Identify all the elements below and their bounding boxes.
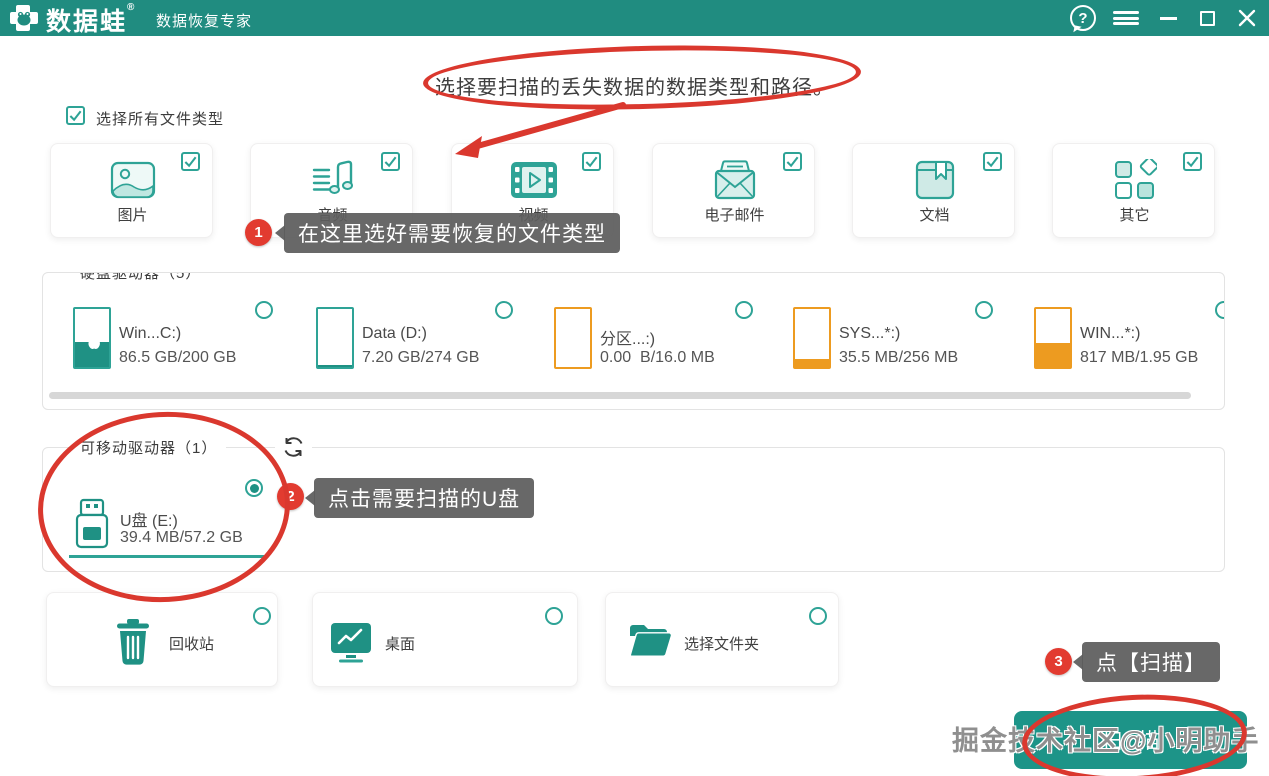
select-all-label: 选择所有文件类型	[96, 111, 225, 128]
file-type-label: 图片	[117, 207, 148, 224]
drive-radio[interactable]	[735, 301, 753, 319]
folder-icon	[629, 625, 672, 657]
file-type-card-email[interactable]: 电子邮件	[652, 143, 815, 238]
horizontal-scrollbar[interactable]	[49, 392, 1191, 399]
app-window: 数据蛙® 数据恢复专家 ? 选择要扫描的丢失数据的数据类型和路径。 选择所有文件…	[0, 0, 1269, 776]
file-type-label: 文档	[919, 207, 950, 224]
usb-drive-radio-selected[interactable]	[245, 479, 263, 497]
maximize-icon	[1199, 10, 1215, 26]
file-type-checkbox[interactable]	[1183, 152, 1202, 171]
step-tooltip-3: 点【扫描】	[1082, 642, 1220, 682]
file-type-label: 电子邮件	[704, 207, 765, 224]
drive-usage-icon	[554, 307, 592, 369]
step-badge-2: 2	[277, 483, 304, 510]
drive-radio[interactable]	[255, 301, 273, 319]
file-type-label: 其它	[1119, 207, 1150, 224]
check-icon	[69, 110, 82, 122]
hard-drives-legend: 硬盘驱动器（5）	[71, 273, 211, 283]
drive-radio[interactable]	[1215, 301, 1224, 319]
location-radio[interactable]	[545, 607, 563, 625]
step-badge-1: 1	[245, 219, 272, 246]
refresh-button[interactable]	[275, 434, 312, 465]
removable-drives-panel: 可移动驱动器（1） U盘 (E:) 39.4 MB/57.2 GB	[42, 434, 1225, 572]
file-type-checkbox[interactable]	[381, 152, 400, 171]
file-type-checkbox[interactable]	[783, 152, 802, 171]
refresh-icon	[284, 437, 303, 457]
location-card-choose-folder[interactable]: 选择文件夹	[605, 592, 839, 687]
title-bar: 数据蛙® 数据恢复专家 ?	[0, 0, 1269, 36]
drive-radio[interactable]	[495, 301, 513, 319]
selection-underline	[69, 555, 264, 558]
minimize-button[interactable]	[1153, 0, 1183, 36]
drive-usage-icon	[1034, 307, 1072, 369]
hamburger-icon	[1113, 9, 1139, 28]
drive-usage-icon	[793, 307, 831, 369]
file-type-card-image[interactable]: 图片	[50, 143, 213, 238]
help-icon: ?	[1070, 5, 1096, 34]
location-card-desktop[interactable]: 桌面	[312, 592, 578, 687]
location-card-recycle-bin[interactable]: 回收站	[46, 592, 278, 687]
drive-usage-icon	[73, 307, 111, 369]
maximize-button[interactable]	[1192, 0, 1222, 36]
step-tooltip-2: 点击需要扫描的U盘	[314, 478, 535, 518]
close-icon	[1238, 9, 1256, 27]
app-tagline: 数据恢复专家	[156, 13, 253, 30]
file-type-card-other[interactable]: 其它	[1052, 143, 1215, 238]
location-radio[interactable]	[809, 607, 827, 625]
file-type-card-document[interactable]: 文档	[852, 143, 1015, 238]
menu-button[interactable]	[1111, 0, 1141, 36]
apple-logo-icon	[88, 335, 100, 349]
frog-logo-icon	[10, 5, 38, 31]
removable-drives-legend: 可移动驱动器（1）	[71, 437, 227, 458]
recycle-bin-icon	[117, 619, 149, 665]
file-type-checkbox[interactable]	[181, 152, 200, 171]
step-tooltip-1: 在这里选好需要恢复的文件类型	[284, 213, 620, 253]
location-label: 桌面	[385, 636, 416, 653]
location-label: 回收站	[169, 636, 215, 653]
drive-usage-icon	[316, 307, 354, 369]
file-type-checkbox[interactable]	[582, 152, 601, 171]
step-badge-3: 3	[1045, 648, 1072, 675]
page-title: 选择要扫描的丢失数据的数据类型和路径。	[435, 77, 834, 99]
location-label: 选择文件夹	[684, 636, 760, 653]
app-name: 数据蛙®	[46, 2, 137, 36]
location-radio[interactable]	[253, 607, 271, 625]
watermark-text: 掘金技术社区@小明助手	[952, 726, 1260, 756]
desktop-icon	[331, 623, 371, 663]
drive-radio[interactable]	[975, 301, 993, 319]
file-type-checkbox[interactable]	[983, 152, 1002, 171]
minimize-icon	[1159, 16, 1177, 20]
usb-drive-icon	[75, 498, 109, 549]
close-button[interactable]	[1231, 0, 1263, 36]
help-button[interactable]: ?	[1068, 0, 1098, 36]
select-all-checkbox[interactable]	[66, 106, 85, 125]
registered-mark: ®	[127, 2, 137, 13]
hard-drives-panel: 硬盘驱动器（5） Win...C:) 86.5 GB/200 GB Data (…	[42, 272, 1225, 410]
